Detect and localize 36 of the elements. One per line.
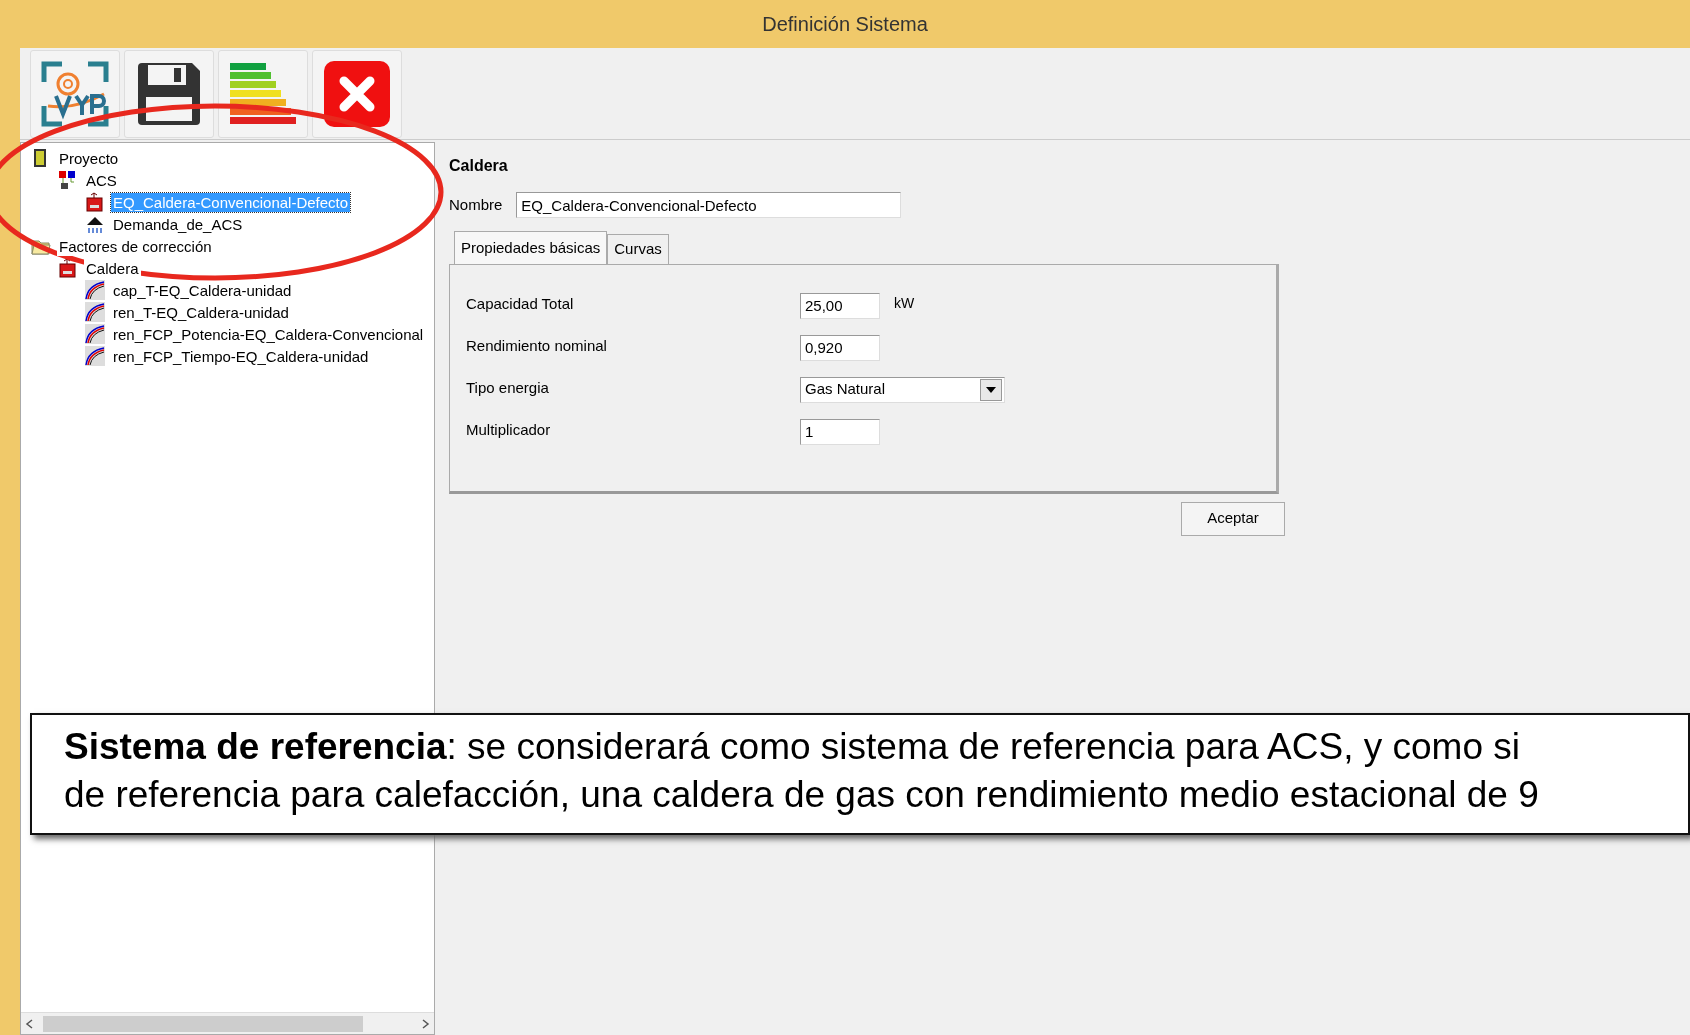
input-field[interactable]: 25,00 (800, 292, 880, 319)
unit-label: kW (894, 293, 915, 313)
annotation-text: Sistema de referencia: se considerará como sistema de referencia para ACS, y como si (64, 725, 1522, 769)
save-button[interactable] (124, 50, 214, 138)
field-label: Multiplicador (466, 419, 552, 440)
curve-icon (85, 280, 105, 300)
tree-item[interactable]: Caldera (84, 258, 141, 278)
curve-icon (85, 324, 105, 344)
name-field[interactable]: EQ_Caldera-Convencional-Defecto (516, 192, 902, 218)
network-icon (58, 170, 78, 190)
energy-rating-icon (228, 61, 298, 127)
accept-button[interactable]: Aceptar (1181, 501, 1285, 536)
field-label: Tipo energia (466, 377, 550, 398)
input-field[interactable]: 0,920 (800, 334, 880, 361)
dropdown-value: Gas Natural (805, 379, 886, 400)
window-title: Definición Sistema (761, 12, 929, 37)
shower-icon (85, 214, 105, 234)
tab[interactable]: Curvas (607, 234, 669, 264)
curve-icon (85, 302, 105, 322)
tab[interactable]: Propiedades básicas (454, 231, 608, 264)
panel-title: Caldera (449, 156, 509, 176)
boiler-icon (58, 258, 78, 278)
spiral-logo-icon (40, 60, 110, 128)
energy-rating-button[interactable] (218, 50, 308, 138)
field-label: Nombre (449, 194, 503, 215)
close-icon (322, 59, 392, 129)
curve-icon (85, 346, 105, 366)
dropdown-field[interactable]: Gas Natural (800, 376, 1005, 403)
close-button[interactable] (312, 50, 402, 138)
logo-button[interactable] (30, 50, 120, 138)
input-field[interactable]: 1 (800, 418, 880, 445)
scrollbar-thumb[interactable] (43, 1015, 363, 1032)
annotation-text: de referencia para calefacción, una caldera de gas con rendimiento medio estacional de 9 (64, 773, 1540, 817)
boiler-icon (85, 192, 105, 212)
field-label: Rendimiento nominal (466, 335, 608, 356)
field-label: Capacidad Total (466, 293, 575, 314)
